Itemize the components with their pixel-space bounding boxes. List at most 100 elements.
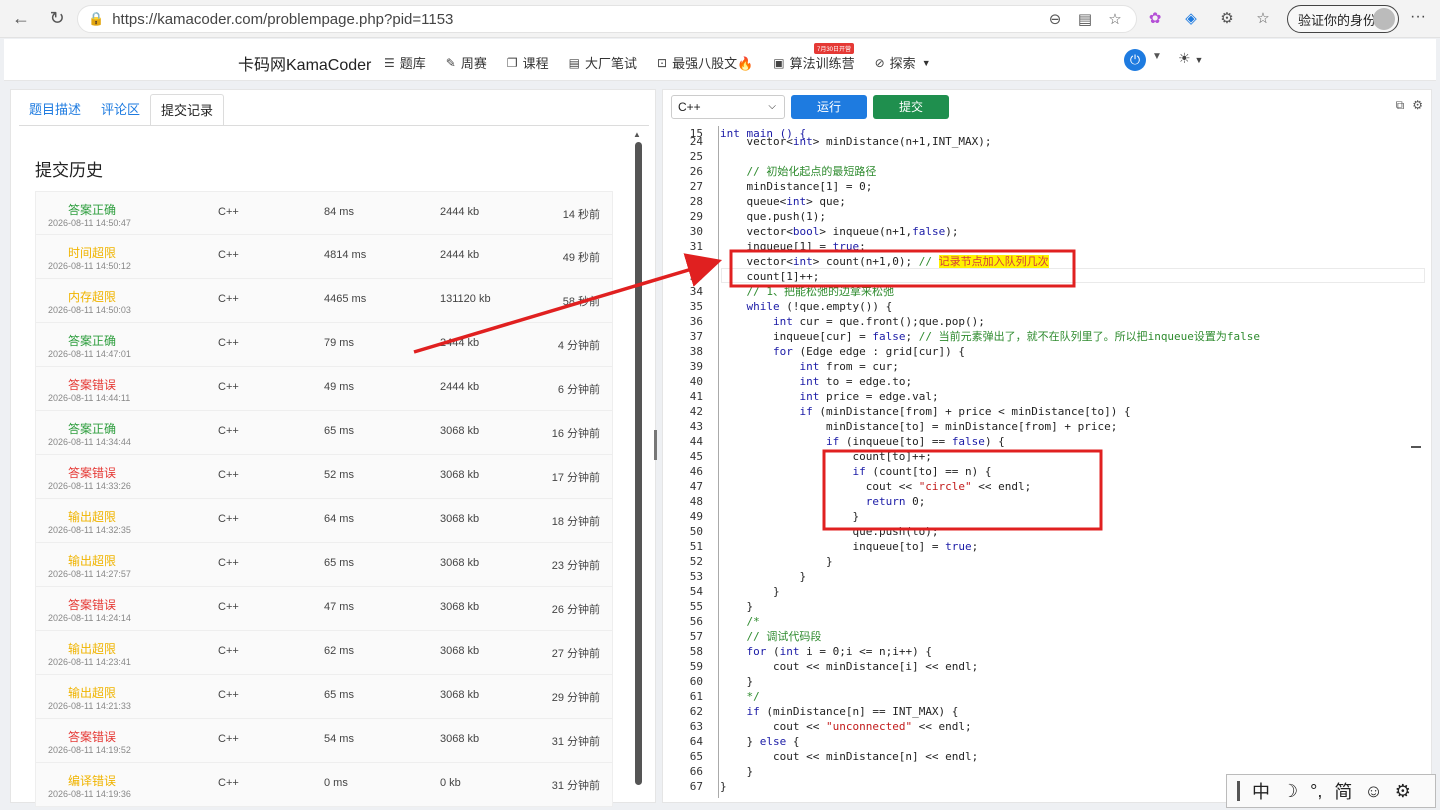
submission-row[interactable]: 答案错误 2026-08-11 14:33:26 C++ 52 ms 3068 kb 17… bbox=[35, 455, 613, 499]
address-bar[interactable]: 🔒 https://kamacoder.com/problempage.php?… bbox=[77, 5, 1137, 33]
code-line[interactable]: vector<int> count(n+1,0); // 记录节点加入队列几次 bbox=[720, 254, 1420, 269]
code-line[interactable]: inqueue[cur] = false; // 当前元素弹出了，就不在队列里了… bbox=[720, 329, 1420, 344]
code-line[interactable]: int from = cur; bbox=[720, 359, 1420, 374]
code-line[interactable]: } bbox=[720, 674, 1420, 689]
code-line[interactable]: } else { bbox=[720, 734, 1420, 749]
code-line[interactable] bbox=[720, 149, 1420, 164]
ime-settings-icon[interactable]: ⚙ bbox=[1395, 781, 1411, 802]
run-button[interactable]: 运行 bbox=[791, 95, 867, 119]
code-editor[interactable]: 15 24 25 26 27 28 29 30 31 32 33 34 35 36 37 38 39 40 41 42… bbox=[669, 126, 1425, 798]
back-icon[interactable]: ← bbox=[6, 4, 36, 34]
code-format-icon[interactable]: ⧉ bbox=[1396, 98, 1405, 113]
sticky-scroll-line[interactable]: int main () { bbox=[720, 126, 1420, 140]
code-line[interactable]: int cur = que.front();que.pop(); bbox=[720, 314, 1420, 329]
submission-status[interactable]: 答案错误 bbox=[68, 596, 116, 613]
code-line[interactable]: } bbox=[720, 584, 1420, 599]
more-menu-icon[interactable]: ··· bbox=[1410, 8, 1426, 26]
code-line[interactable]: while (!que.empty()) { bbox=[720, 299, 1420, 314]
code-line[interactable]: inqueue[1] = true; bbox=[720, 239, 1420, 254]
submission-status[interactable]: 答案正确 bbox=[68, 201, 116, 218]
submission-status[interactable]: 输出超限 bbox=[68, 684, 116, 701]
ime-emoji-icon[interactable]: ☺ bbox=[1364, 781, 1382, 802]
favorites-icon[interactable]: ☆ bbox=[1250, 4, 1276, 32]
ime-punct-icon[interactable]: °, bbox=[1310, 781, 1322, 802]
code-line[interactable]: vector<int> minDistance(n+1,INT_MAX); bbox=[720, 134, 1420, 149]
submission-row[interactable]: 时间超限 2026-08-11 14:50:12 C++ 4814 ms 2444 kb… bbox=[35, 235, 613, 279]
code-line[interactable]: if (inqueue[to] == false) { bbox=[720, 434, 1420, 449]
ime-moon-icon[interactable]: ☽ bbox=[1282, 781, 1298, 802]
code-line[interactable]: int price = edge.val; bbox=[720, 389, 1420, 404]
menu-item-camp[interactable]: ▣ 算法训练营 bbox=[773, 53, 854, 72]
chevron-down-icon[interactable]: ▼ bbox=[1152, 51, 1162, 62]
code-line[interactable]: for (Edge edge : grid[cur]) { bbox=[720, 344, 1420, 359]
submission-status[interactable]: 输出超限 bbox=[68, 640, 116, 657]
submission-status[interactable]: 答案正确 bbox=[68, 332, 116, 349]
extensions-icon[interactable]: ⚙ bbox=[1214, 4, 1240, 32]
favorite-star-icon[interactable]: ☆ bbox=[1106, 10, 1124, 28]
language-select[interactable]: C++ ⌵ bbox=[671, 95, 785, 119]
submission-status[interactable]: 内存超限 bbox=[68, 288, 116, 305]
code-line[interactable]: count[to]++; bbox=[720, 449, 1420, 464]
code-line[interactable]: // 1、把能松弛的边拿来松弛 bbox=[720, 284, 1420, 299]
scrollbar[interactable] bbox=[635, 142, 642, 785]
code-line[interactable]: minDistance[to] = minDistance[from] + pr… bbox=[720, 419, 1420, 434]
code-line[interactable]: if (minDistance[n] == INT_MAX) { bbox=[720, 704, 1420, 719]
code-line[interactable]: cout << minDistance[n] << endl; bbox=[720, 749, 1420, 764]
code-line[interactable]: que.push(to); bbox=[720, 524, 1420, 539]
submission-row[interactable]: 答案错误 2026-08-11 14:19:52 C++ 54 ms 3068 kb 31… bbox=[35, 719, 613, 763]
site-brand[interactable]: 卡码网KamaCoder bbox=[238, 51, 371, 75]
submission-row[interactable]: 输出超限 2026-08-11 14:21:33 C++ 65 ms 3068 kb 29… bbox=[35, 675, 613, 719]
scroll-up-icon[interactable]: ▲ bbox=[633, 130, 641, 139]
submission-row[interactable]: 答案错误 2026-08-11 14:24:14 C++ 47 ms 3068 kb 26… bbox=[35, 587, 613, 631]
code-line[interactable]: inqueue[to] = true; bbox=[720, 539, 1420, 554]
extension-shield-icon[interactable]: ◈ bbox=[1178, 4, 1204, 32]
submission-status[interactable]: 输出超限 bbox=[68, 552, 116, 569]
ime-handle[interactable] bbox=[1237, 781, 1240, 801]
code-lines[interactable]: int main () { vector<int> minDistance(n+… bbox=[720, 126, 1420, 794]
tab-comments[interactable]: 评论区 bbox=[91, 94, 150, 126]
submission-status[interactable]: 答案错误 bbox=[68, 376, 116, 393]
submission-row[interactable]: 内存超限 2026-08-11 14:50:03 C++ 4465 ms 131120 … bbox=[35, 279, 613, 323]
zoom-icon[interactable]: ⊖ bbox=[1046, 10, 1064, 28]
code-line[interactable]: count[1]++; bbox=[720, 269, 1420, 284]
code-line[interactable]: } bbox=[720, 554, 1420, 569]
reader-icon[interactable]: ▤ bbox=[1076, 10, 1094, 28]
copilot-icon[interactable]: ✿ bbox=[1142, 4, 1168, 32]
submission-status[interactable]: 答案错误 bbox=[68, 464, 116, 481]
code-line[interactable]: */ bbox=[720, 689, 1420, 704]
submission-row[interactable]: 编译错误 2026-08-11 14:19:36 C++ 0 ms 0 kb 31 分钟前 bbox=[35, 763, 613, 807]
code-line[interactable]: } bbox=[720, 569, 1420, 584]
code-line[interactable]: } bbox=[720, 509, 1420, 524]
url-text[interactable]: https://kamacoder.com/problempage.php?pi… bbox=[112, 11, 453, 28]
code-line[interactable]: int to = edge.to; bbox=[720, 374, 1420, 389]
code-line[interactable]: return 0; bbox=[720, 494, 1420, 509]
code-line[interactable]: cout << "unconnected" << endl; bbox=[720, 719, 1420, 734]
code-line[interactable]: for (int i = 0;i <= n;i++) { bbox=[720, 644, 1420, 659]
code-line[interactable]: if (count[to] == n) { bbox=[720, 464, 1420, 479]
submission-row[interactable]: 答案正确 2026-08-11 14:34:44 C++ 65 ms 3068 kb 16… bbox=[35, 411, 613, 455]
code-line[interactable]: queue<int> que; bbox=[720, 194, 1420, 209]
menu-item-explore[interactable]: ⊘ 探索 ▼ bbox=[875, 53, 931, 72]
submission-row[interactable]: 答案正确 2026-08-11 14:50:47 C++ 84 ms 2444 kb 14… bbox=[35, 191, 613, 235]
code-line[interactable]: } bbox=[720, 599, 1420, 614]
menu-item-weekly[interactable]: ✎ 周赛 bbox=[446, 53, 487, 72]
submission-row[interactable]: 答案正确 2026-08-11 14:47:01 C++ 79 ms 2444 kb 4 … bbox=[35, 323, 613, 367]
code-line[interactable]: minDistance[1] = 0; bbox=[720, 179, 1420, 194]
submission-status[interactable]: 编译错误 bbox=[68, 772, 116, 789]
submission-row[interactable]: 输出超限 2026-08-11 14:32:35 C++ 64 ms 3068 kb 18… bbox=[35, 499, 613, 543]
ime-script[interactable]: 简 bbox=[1334, 778, 1352, 804]
code-line[interactable]: cout << "circle" << endl; bbox=[720, 479, 1420, 494]
submission-row[interactable]: 输出超限 2026-08-11 14:27:57 C++ 65 ms 3068 kb 23… bbox=[35, 543, 613, 587]
menu-item-baguwen[interactable]: ⊡ 最强八股文🔥 bbox=[657, 53, 753, 72]
submission-row[interactable]: 输出超限 2026-08-11 14:23:41 C++ 62 ms 3068 kb 27… bbox=[35, 631, 613, 675]
submission-status[interactable]: 答案错误 bbox=[68, 728, 116, 745]
ime-mode[interactable]: 中 bbox=[1252, 778, 1270, 804]
theme-sun-icon[interactable]: ☀ ▼ bbox=[1178, 50, 1203, 67]
refresh-icon[interactable]: ↻ bbox=[42, 4, 72, 34]
submission-status[interactable]: 时间超限 bbox=[68, 244, 116, 261]
code-line[interactable]: vector<bool> inqueue(n+1,false); bbox=[720, 224, 1420, 239]
menu-item-exams[interactable]: ▤ 大厂笔试 bbox=[569, 53, 637, 72]
submission-row[interactable]: 答案错误 2026-08-11 14:44:11 C++ 49 ms 2444 kb 6 … bbox=[35, 367, 613, 411]
code-line[interactable]: que.push(1); bbox=[720, 209, 1420, 224]
code-line[interactable]: // 调试代码段 bbox=[720, 629, 1420, 644]
